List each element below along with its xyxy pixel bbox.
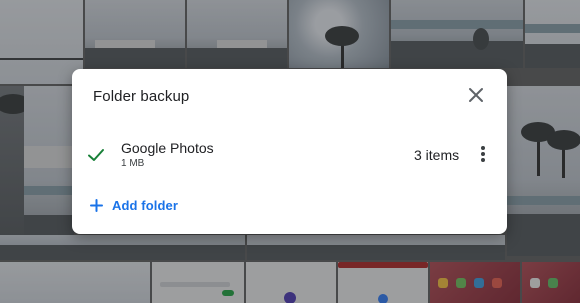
close-icon	[469, 88, 483, 102]
folder-item-count: 3 items	[414, 147, 460, 163]
folder-more-button[interactable]	[476, 143, 490, 165]
folder-size: 1 MB	[121, 158, 145, 169]
folder-name: Google Photos	[121, 140, 214, 156]
more-vert-icon	[481, 146, 485, 162]
dialog-title: Folder backup	[93, 88, 190, 105]
plus-icon	[90, 198, 103, 212]
close-button[interactable]	[467, 86, 485, 104]
add-folder-label: Add folder	[112, 197, 178, 213]
folder-backup-dialog: Folder backup Google Photos 1 MB 3 items…	[72, 69, 507, 234]
folder-row[interactable]: Google Photos 1 MB 3 items	[72, 133, 507, 177]
check-icon	[88, 149, 104, 161]
add-folder-button[interactable]: Add folder	[90, 195, 178, 215]
